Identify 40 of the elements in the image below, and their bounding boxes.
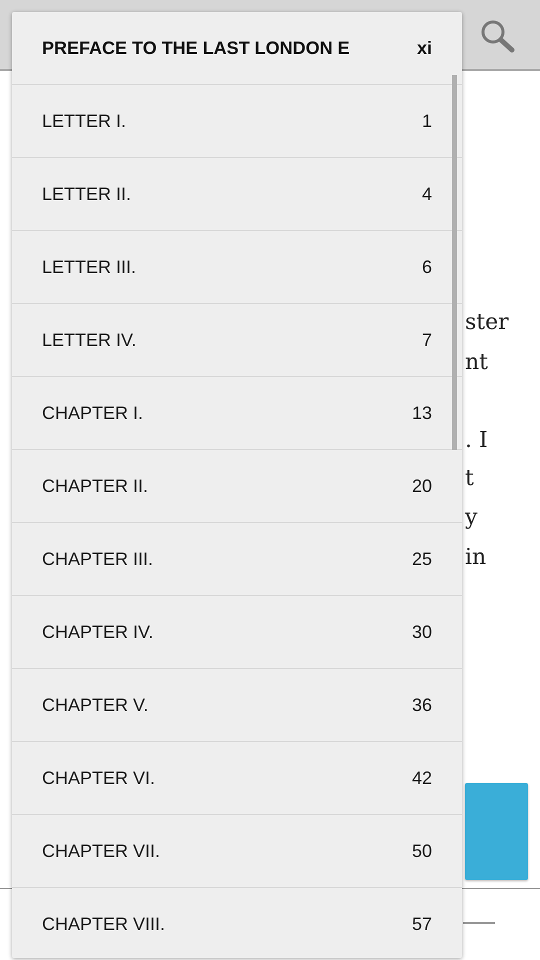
page-number: 30 — [412, 622, 432, 642]
chapter-item[interactable]: CHAPTER V. 36 — [12, 669, 462, 742]
chapter-title: LETTER III. — [42, 256, 136, 278]
chapter-title: LETTER IV. — [42, 330, 136, 350]
chapter-title: CHAPTER VIII. — [42, 914, 166, 934]
book-text: nt — [465, 350, 488, 375]
chapter-item[interactable]: CHAPTER VI. 42 — [12, 742, 462, 815]
chapter-item[interactable]: CHAPTER III. 25 — [12, 523, 462, 596]
page-number: xi — [416, 38, 432, 58]
chapter-title: PREFACE TO THE LAST LONDON E — [42, 38, 350, 58]
page-number: 6 — [422, 256, 432, 278]
chapter-title: CHAPTER II. — [42, 476, 148, 496]
book-text: t — [465, 466, 474, 491]
page-number: 20 — [412, 476, 432, 496]
chapter-title: CHAPTER VI. — [42, 768, 156, 788]
page-number: 13 — [412, 402, 432, 424]
book-text: ster — [465, 310, 509, 335]
page-number: 50 — [412, 840, 432, 862]
page-number: 1 — [422, 110, 432, 132]
chapter-title: LETTER II. — [42, 184, 132, 204]
page-number: 42 — [412, 768, 432, 788]
page-number: 36 — [412, 694, 432, 716]
page-number: 4 — [422, 184, 432, 204]
chapter-title: CHAPTER III. — [42, 548, 154, 570]
chapter-item[interactable]: CHAPTER VII. 50 — [12, 815, 462, 888]
page-number: 57 — [412, 914, 432, 934]
page-number: 25 — [412, 548, 432, 570]
chapter-item[interactable]: CHAPTER VIII. 57 — [12, 888, 462, 958]
chapter-title: CHAPTER V. — [42, 694, 148, 716]
book-text: in — [465, 545, 486, 570]
chapter-title: CHAPTER IV. — [42, 622, 154, 642]
search-icon[interactable] — [480, 19, 516, 53]
page-number: 7 — [422, 330, 432, 350]
chapter-item[interactable]: CHAPTER IV. 30 — [12, 596, 462, 669]
chapter-title: CHAPTER VII. — [42, 840, 160, 862]
chapter-title: LETTER I. — [42, 110, 126, 132]
book-text: y — [465, 505, 478, 530]
chapter-item[interactable]: CHAPTER II. 20 — [12, 450, 462, 523]
book-text: . I — [465, 428, 488, 453]
chapter-title: CHAPTER I. — [42, 402, 144, 424]
